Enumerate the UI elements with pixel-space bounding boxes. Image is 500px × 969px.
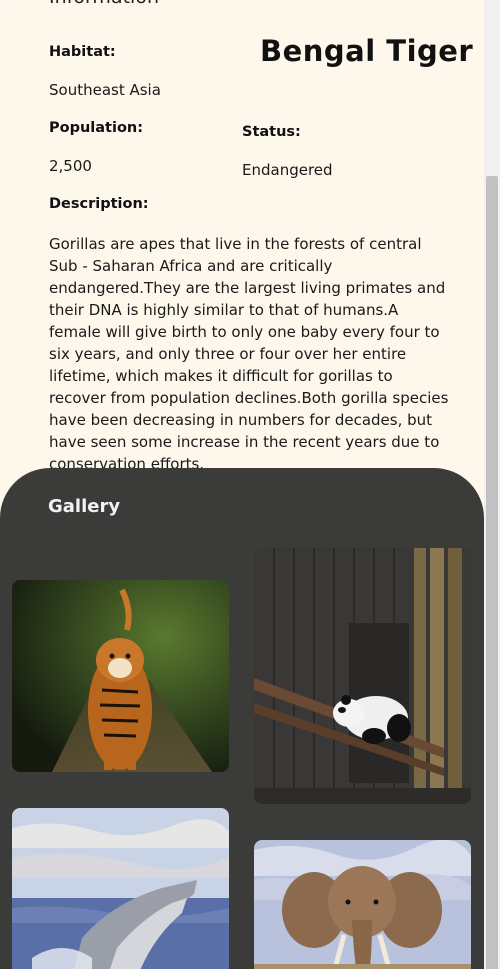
elephant-photo[interactable] [254, 840, 471, 969]
whale-image [12, 808, 229, 969]
panda-photo[interactable] [254, 548, 471, 804]
status-value: Endangered [242, 161, 333, 179]
whale-photo[interactable] [12, 808, 229, 969]
gallery-title: Gallery [48, 496, 121, 517]
panda-image [254, 548, 471, 804]
scrollbar-thumb[interactable] [486, 176, 498, 969]
habitat-value: Southeast Asia [49, 81, 161, 99]
habitat-label: Habitat: [49, 44, 116, 60]
tiger-image [12, 580, 229, 772]
information-heading: Information [49, 0, 159, 8]
status-label: Status: [242, 124, 301, 140]
tiger-photo[interactable] [12, 580, 229, 772]
population-value: 2,500 [49, 157, 92, 175]
description-text: Gorillas are apes that live in the fores… [49, 235, 449, 473]
population-label: Population: [49, 120, 144, 136]
gallery-section: Gallery [0, 468, 484, 969]
page: Information Bengal Tiger Habitat: Southe… [0, 0, 484, 969]
animal-name-title: Bengal Tiger [260, 34, 474, 68]
elephant-image [254, 840, 471, 969]
description-label: Description: [49, 196, 149, 212]
